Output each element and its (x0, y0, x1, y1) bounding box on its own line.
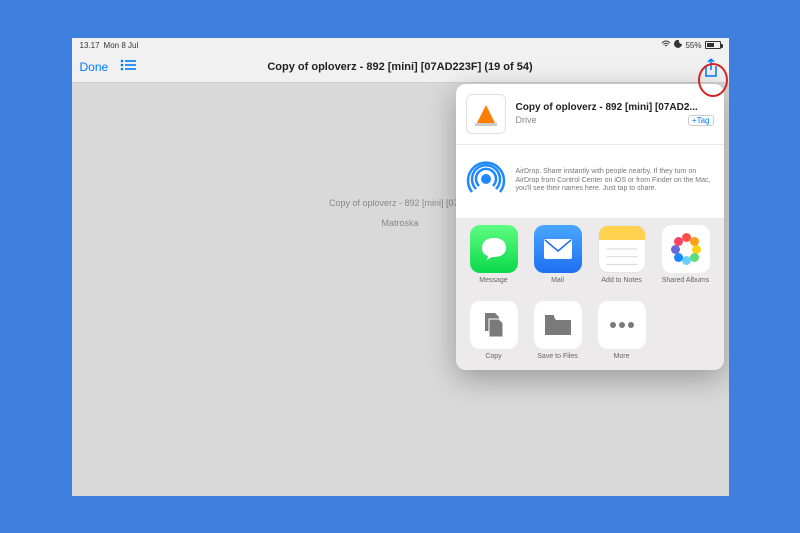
file-thumbnail (466, 94, 506, 134)
app-label: Mail (551, 277, 564, 284)
action-more[interactable]: More (590, 301, 654, 360)
list-icon[interactable] (120, 58, 137, 76)
share-app-shared-albums[interactable]: Shared Albums (654, 225, 718, 284)
action-label: More (614, 353, 630, 360)
messages-icon (470, 225, 518, 273)
folder-icon (534, 301, 582, 349)
action-copy[interactable]: Copy (462, 301, 526, 360)
status-time: 13.17 (80, 41, 100, 50)
action-label: Save to Files (537, 353, 577, 360)
preview-filename: Copy of oploverz - 892 [mini] [07AD (329, 198, 471, 208)
photos-icon (662, 225, 710, 273)
notes-icon (598, 225, 646, 273)
copy-icon (470, 301, 518, 349)
nav-bar: Done Copy of oploverz - 892 [mini] [07AD… (72, 53, 729, 83)
battery-icon (705, 41, 721, 49)
share-app-mail[interactable]: Mail (526, 225, 590, 284)
airdrop-section[interactable]: AirDrop. Share instantly with people nea… (456, 145, 724, 218)
sheet-header: Copy of oploverz - 892 [mini] [07AD2... … (456, 84, 724, 144)
app-label: Message (479, 277, 507, 284)
action-save-to-files[interactable]: Save to Files (526, 301, 590, 360)
status-date: Mon 8 Jul (104, 41, 139, 50)
app-label: Add to Notes (601, 277, 641, 284)
battery-pct: 55% (685, 41, 701, 50)
share-icon[interactable] (703, 58, 719, 83)
preview-filetype: Matroska (381, 218, 418, 228)
tag-button[interactable]: +Tag (688, 115, 714, 126)
airdrop-text: AirDrop. Share instantly with people nea… (516, 168, 714, 194)
airdrop-icon (466, 159, 506, 204)
wifi-icon (661, 40, 671, 50)
action-label: Copy (485, 353, 501, 360)
app-row: Message Mail Add to Notes (456, 219, 724, 294)
dnd-icon (674, 40, 682, 50)
vlc-icon (477, 105, 495, 123)
more-icon (598, 301, 646, 349)
status-bar: 13.17 Mon 8 Jul 55% (72, 38, 729, 53)
share-app-message[interactable]: Message (462, 225, 526, 284)
page-title: Copy of oploverz - 892 [mini] [07AD223F]… (267, 61, 532, 73)
sheet-source: Drive (516, 115, 537, 125)
done-button[interactable]: Done (80, 60, 109, 74)
app-label: Shared Albums (662, 277, 709, 284)
share-sheet: Copy of oploverz - 892 [mini] [07AD2... … (456, 84, 724, 370)
action-row: Copy Save to Files More . (456, 295, 724, 370)
share-app-notes[interactable]: Add to Notes (590, 225, 654, 284)
sheet-file-title: Copy of oploverz - 892 [mini] [07AD2... (516, 102, 714, 113)
mail-icon (534, 225, 582, 273)
